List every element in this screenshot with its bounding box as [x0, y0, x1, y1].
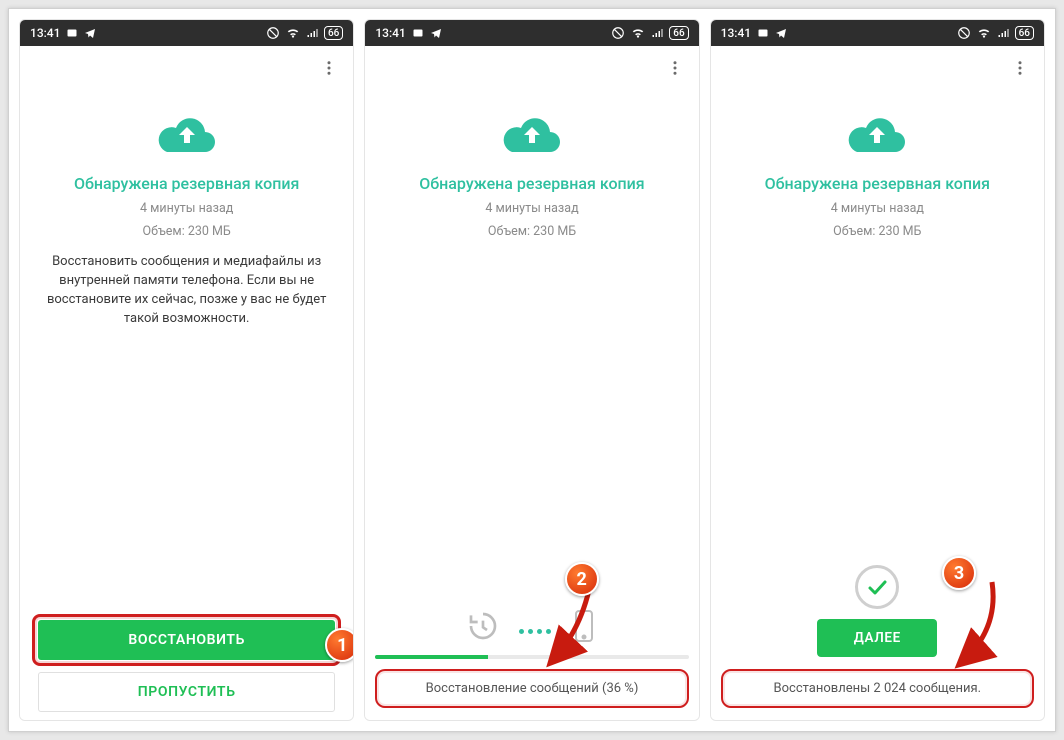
telegram-icon — [430, 27, 442, 39]
skip-button[interactable]: ПРОПУСТИТЬ — [38, 672, 335, 712]
app-body: Обнаружена резервная копия 4 минуты наза… — [365, 46, 698, 720]
phone-screenshot-3: 13:41 66 Обнаружена рез — [710, 19, 1045, 721]
restore-description: Восстановить сообщения и медиафайлы из в… — [20, 253, 353, 328]
battery-value: 66 — [1019, 28, 1030, 39]
notification-icon — [412, 27, 424, 39]
battery-value: 66 — [673, 28, 684, 39]
backup-time-ago: 4 минуты назад — [365, 201, 698, 216]
battery-indicator: 66 — [1015, 26, 1034, 40]
more-options-button[interactable] — [1006, 54, 1034, 82]
cloud-upload-icon — [845, 112, 909, 160]
more-options-button[interactable] — [315, 54, 343, 82]
app-body: Обнаружена резервная копия 4 минуты наза… — [20, 46, 353, 720]
more-options-button[interactable] — [661, 54, 689, 82]
backup-size: Объем: 230 МБ — [20, 224, 353, 239]
battery-value: 66 — [328, 28, 339, 39]
page-title: Обнаружена резервная копия — [711, 174, 1044, 193]
history-icon — [467, 610, 499, 646]
annotation-arrow — [539, 582, 609, 672]
phone-screenshot-1: 13:41 66 — [19, 19, 354, 721]
restore-done-status: Восстановлены 2 024 сообщения. — [721, 669, 1034, 708]
wifi-icon — [631, 26, 645, 40]
annotation-badge-2: 2 — [565, 562, 599, 596]
status-time: 13:41 — [375, 26, 405, 40]
page-title: Обнаружена резервная копия — [20, 174, 353, 193]
telegram-icon — [775, 27, 787, 39]
status-bar: 13:41 66 — [365, 20, 698, 46]
dnd-icon — [611, 26, 625, 40]
status-bar: 13:41 66 — [711, 20, 1044, 46]
page-title: Обнаружена резервная копия — [365, 174, 698, 193]
next-button[interactable]: ДАЛЕЕ — [817, 619, 937, 657]
annotation-badge-3: 3 — [942, 556, 976, 590]
backup-time-ago: 4 минуты назад — [711, 201, 1044, 216]
highlight-restore: ВОССТАНОВИТЬ — [32, 614, 341, 666]
wifi-icon — [977, 26, 991, 40]
signal-icon — [651, 27, 663, 39]
app-body: Обнаружена резервная копия 4 минуты наза… — [711, 46, 1044, 720]
annotation-badge-1: 1 — [325, 628, 354, 662]
cloud-upload-icon — [155, 112, 219, 160]
dnd-icon — [957, 26, 971, 40]
backup-time-ago: 4 минуты назад — [20, 201, 353, 216]
notification-icon — [757, 27, 769, 39]
status-bar: 13:41 66 — [20, 20, 353, 46]
backup-size: Объем: 230 МБ — [711, 224, 1044, 239]
dnd-icon — [266, 26, 280, 40]
telegram-icon — [84, 27, 96, 39]
progress-bar — [375, 655, 688, 659]
wifi-icon — [286, 26, 300, 40]
progress-status: Восстановление сообщений (36 %) — [375, 669, 688, 708]
backup-size: Объем: 230 МБ — [365, 224, 698, 239]
signal-icon — [306, 27, 318, 39]
battery-indicator: 66 — [324, 26, 343, 40]
status-time: 13:41 — [30, 26, 60, 40]
stage: 13:41 66 — [8, 8, 1056, 732]
restore-button[interactable]: ВОССТАНОВИТЬ — [38, 620, 335, 660]
progress-illustration — [365, 609, 698, 647]
notification-icon — [66, 27, 78, 39]
phone-screenshot-2: 13:41 66 Обнаружена рез — [364, 19, 699, 721]
signal-icon — [997, 27, 1009, 39]
cloud-upload-icon — [500, 112, 564, 160]
status-time: 13:41 — [721, 26, 751, 40]
battery-indicator: 66 — [669, 26, 688, 40]
progress-fill — [375, 655, 488, 659]
success-check-icon — [855, 565, 899, 609]
